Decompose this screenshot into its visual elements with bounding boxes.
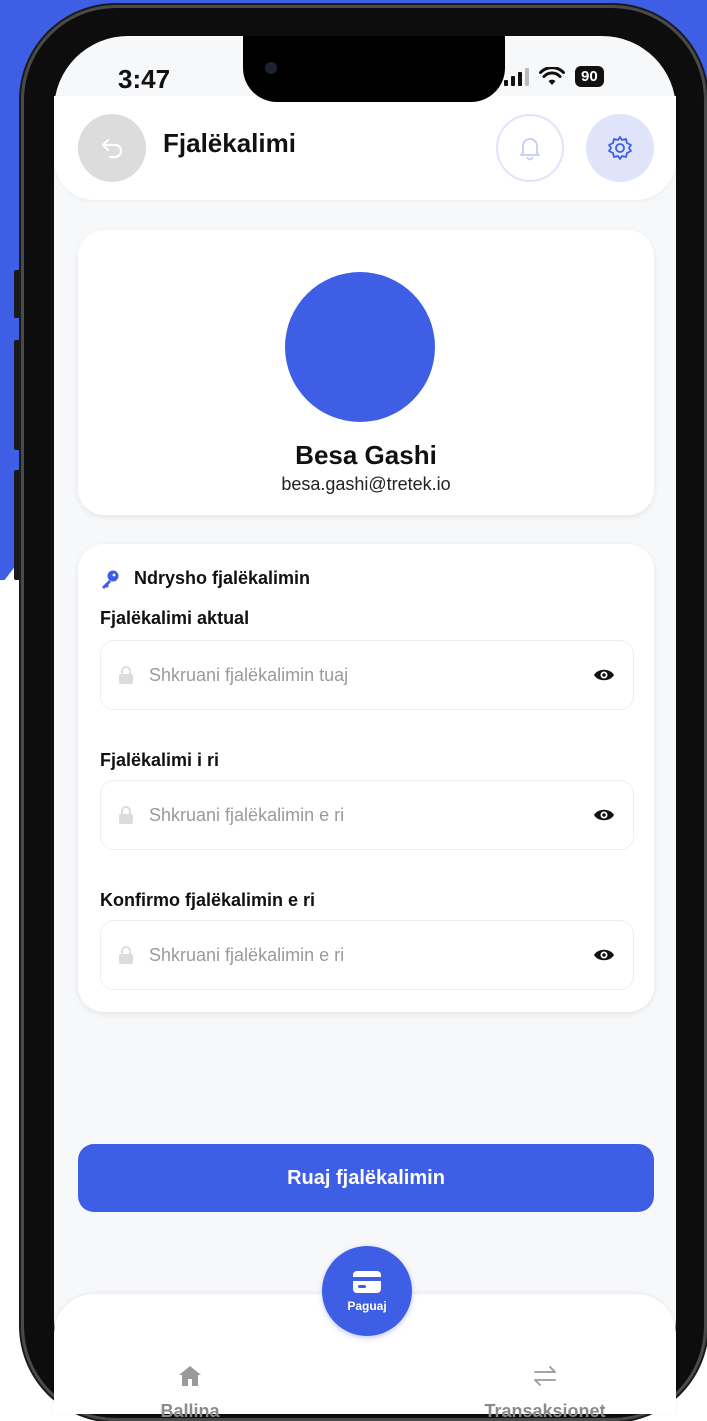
eye-icon[interactable] <box>593 944 615 966</box>
key-icon <box>102 570 119 589</box>
profile-email: besa.gashi@tretek.io <box>281 474 451 494</box>
notifications-button[interactable] <box>496 114 564 182</box>
new-password-field <box>100 780 634 850</box>
status-icons: 90 <box>504 66 604 87</box>
camera <box>265 62 277 74</box>
transfer-icon <box>534 1366 556 1386</box>
notch <box>243 36 505 102</box>
change-password-card: Ndrysho fjalëkalimin Fjalëkalimi aktual … <box>78 544 654 1012</box>
nav-home-label: Ballina <box>160 1401 220 1421</box>
back-icon <box>101 138 123 159</box>
current-password-input[interactable] <box>149 641 593 709</box>
section-heading: Ndrysho fjalëkalimin <box>100 568 310 589</box>
home-icon <box>179 1366 201 1386</box>
phone-side-button <box>14 470 21 580</box>
bell-icon <box>520 138 540 161</box>
phone-side-button <box>14 340 21 450</box>
battery-indicator: 90 <box>575 66 604 87</box>
profile-card: Besa Gashi besa.gashi@tretek.io <box>78 230 654 515</box>
lock-icon <box>117 945 135 965</box>
new-password-input[interactable] <box>149 781 593 849</box>
save-password-button[interactable]: Ruaj fjalëkalimin <box>78 1144 654 1212</box>
card-icon <box>353 1271 381 1293</box>
profile-name: Besa Gashi <box>295 440 437 470</box>
settings-button[interactable] <box>586 114 654 182</box>
nav-item-transactions[interactable]: Transaksionet <box>470 1364 620 1421</box>
phone-side-button <box>14 270 21 318</box>
confirm-password-field <box>100 920 634 990</box>
new-password-label: Fjalëkalimi i ri <box>100 750 220 770</box>
status-time: 3:47 <box>118 64 171 94</box>
pay-button[interactable]: Paguaj <box>322 1246 412 1336</box>
signal-icon <box>504 67 529 86</box>
gear-icon <box>608 136 632 160</box>
avatar[interactable] <box>285 272 435 422</box>
eye-icon[interactable] <box>593 804 615 826</box>
lock-icon <box>117 805 135 825</box>
app-header <box>54 96 676 200</box>
lock-icon <box>117 665 135 685</box>
pay-label: Paguaj <box>347 1299 387 1313</box>
back-button[interactable] <box>78 114 146 182</box>
eye-icon[interactable] <box>593 664 615 686</box>
page-title: Fjalëkalimi <box>163 128 296 158</box>
confirm-password-input[interactable] <box>149 921 593 989</box>
nav-transactions-label: Transaksionet <box>484 1401 606 1421</box>
current-password-field <box>100 640 634 710</box>
confirm-password-label: Konfirmo fjalëkalimin e ri <box>100 890 316 910</box>
section-heading-text: Ndrysho fjalëkalimin <box>134 568 311 588</box>
nav-item-home[interactable]: Ballina <box>140 1364 240 1421</box>
current-password-label: Fjalëkalimi aktual <box>100 608 250 628</box>
wifi-icon <box>539 66 565 85</box>
